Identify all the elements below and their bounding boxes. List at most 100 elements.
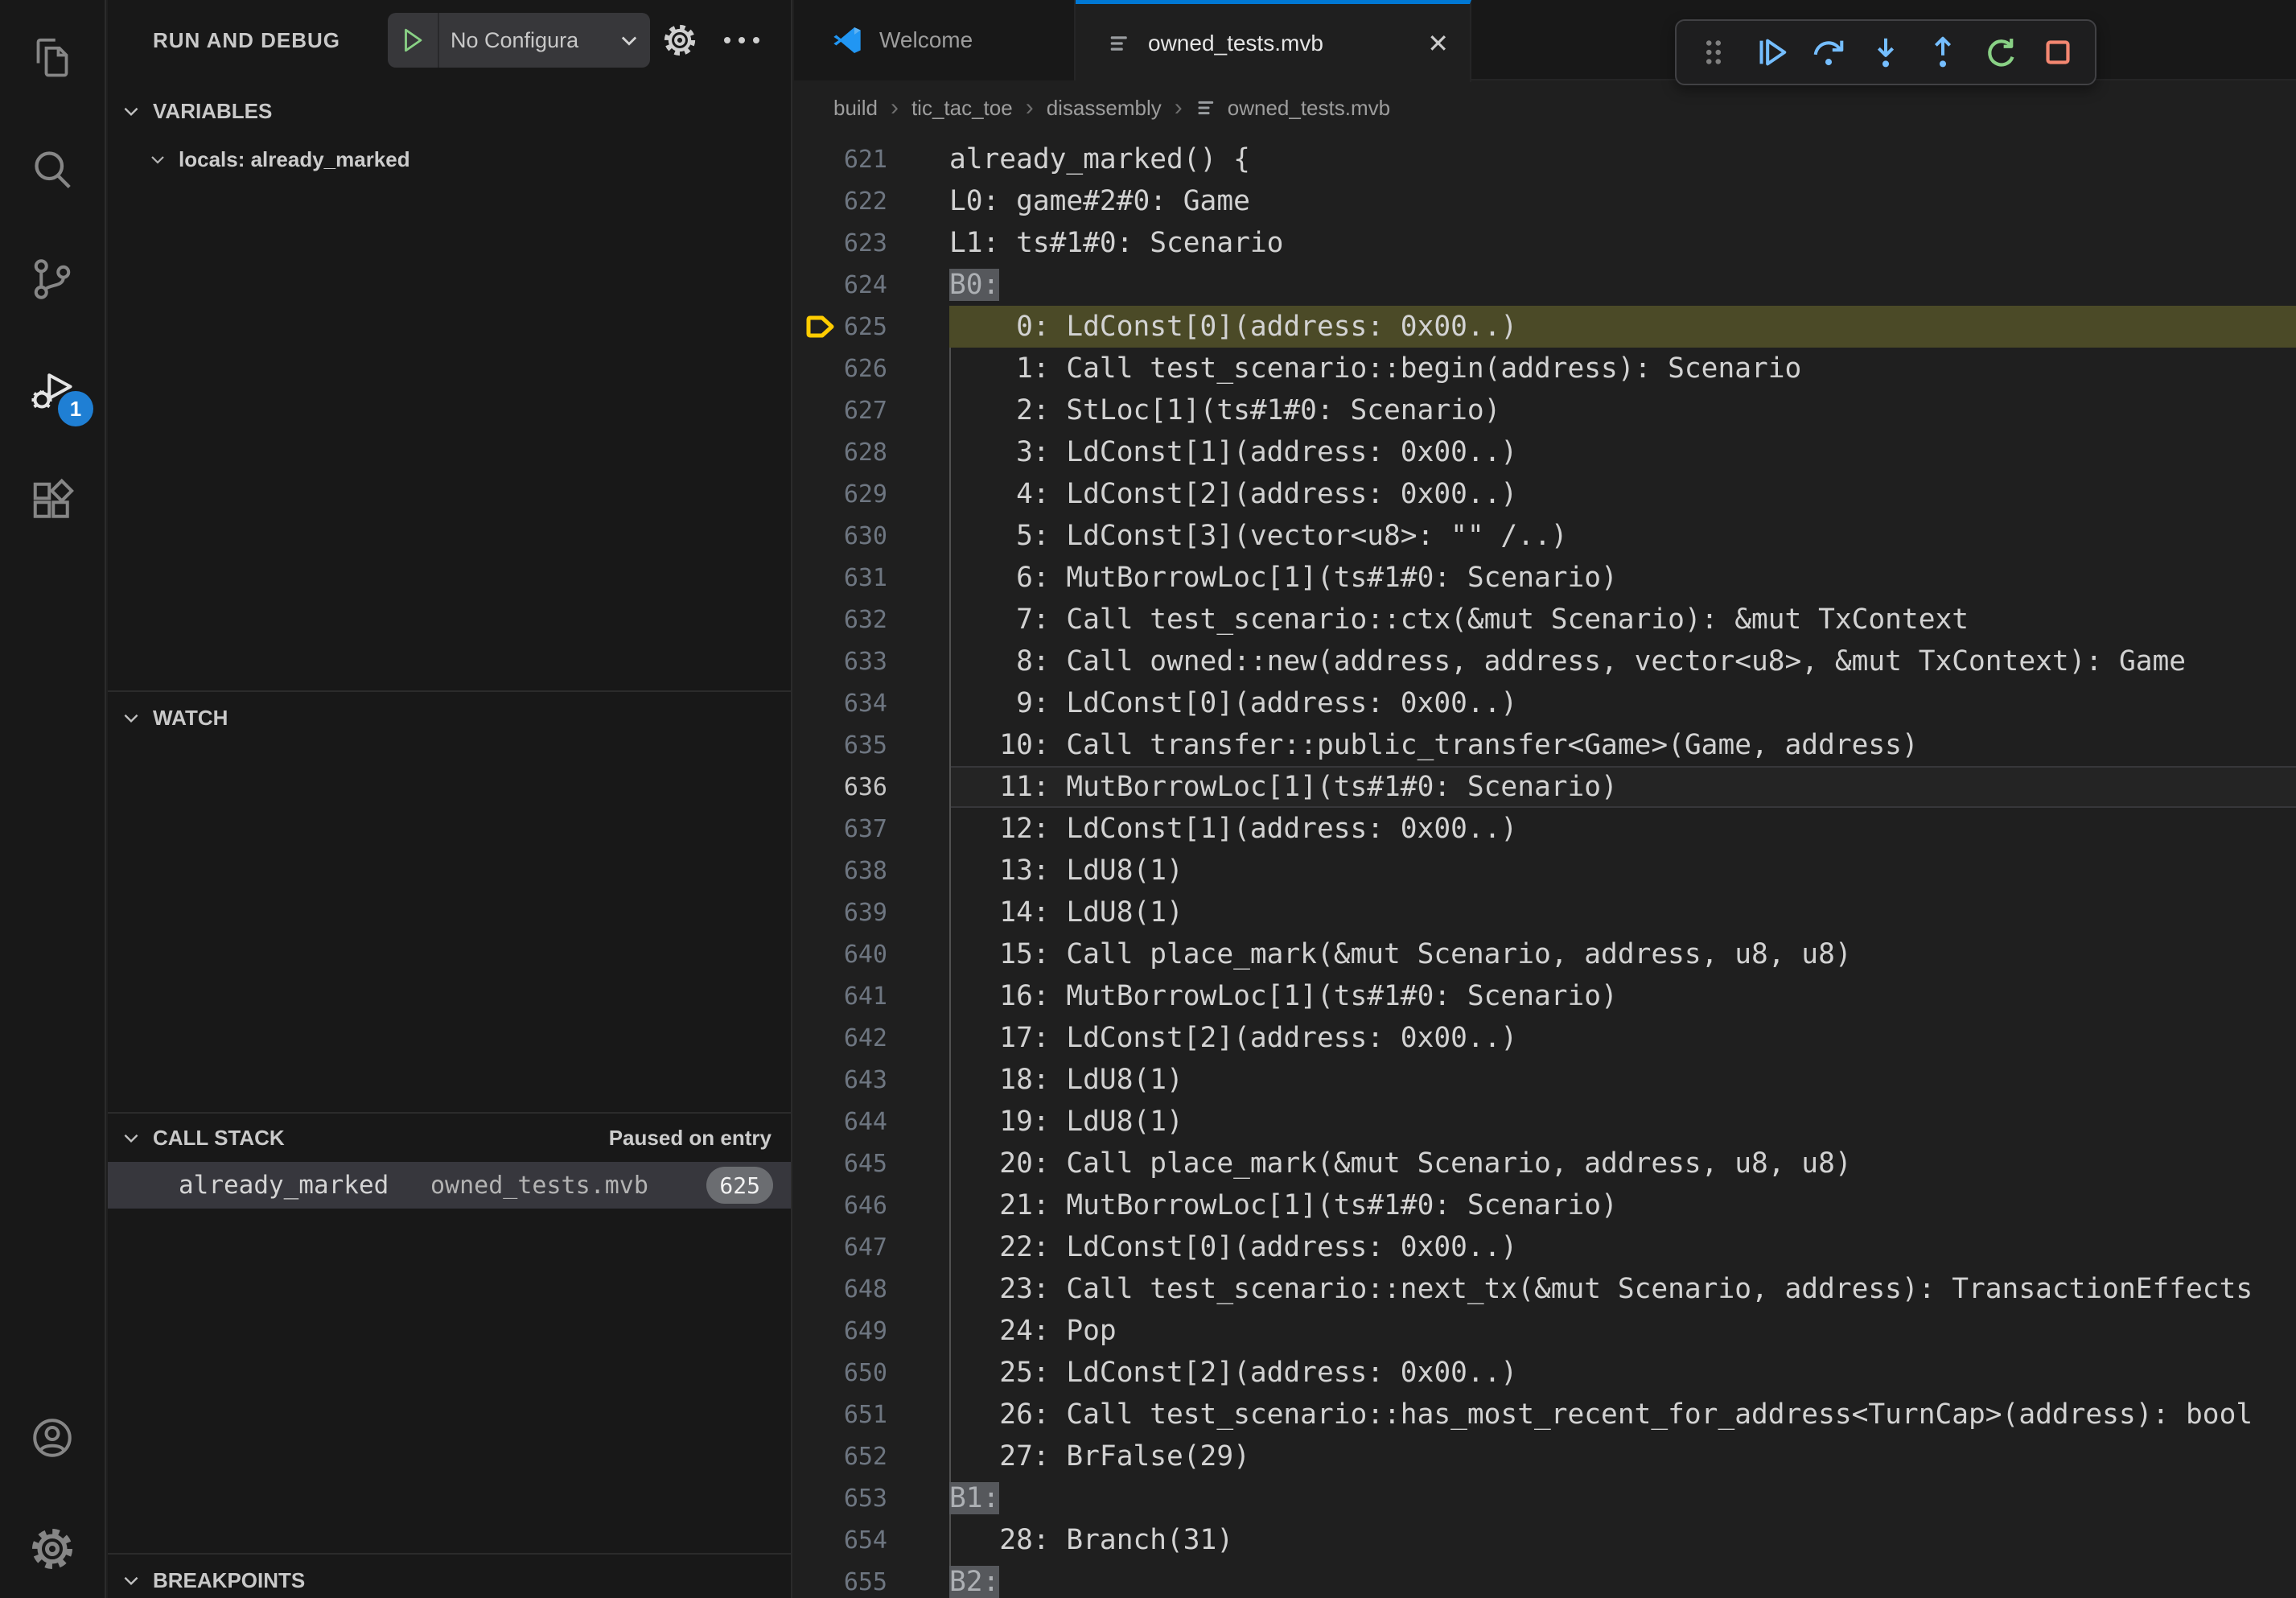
line-number[interactable]: 633 <box>794 648 887 676</box>
code-text[interactable]: B0: <box>949 269 999 301</box>
restart-button[interactable] <box>1980 31 2022 73</box>
line-number[interactable]: 653 <box>794 1485 887 1513</box>
line-number[interactable]: 628 <box>794 439 887 467</box>
line-number[interactable]: 639 <box>794 899 887 927</box>
line-number[interactable]: 655 <box>794 1568 887 1596</box>
code-text[interactable]: 25: LdConst[2](address: 0x00..) <box>949 1357 1517 1389</box>
code-editor[interactable]: 621already_marked() {622L0: game#2#0: Ga… <box>794 134 2296 1598</box>
line-number[interactable]: 630 <box>794 522 887 550</box>
extensions-icon[interactable] <box>0 457 105 546</box>
code-text[interactable]: 6: MutBorrowLoc[1](ts#1#0: Scenario) <box>949 562 1618 594</box>
line-number[interactable]: 631 <box>794 564 887 592</box>
call-stack-frame-row[interactable]: already_marked owned_tests.mvb 625 <box>108 1162 791 1209</box>
line-number[interactable]: 638 <box>794 857 887 885</box>
code-text[interactable]: 18: LdU8(1) <box>949 1064 1183 1096</box>
call-stack-section-header[interactable]: CALL STACK Paused on entry <box>108 1117 791 1159</box>
code-text[interactable]: 2: StLoc[1](ts#1#0: Scenario) <box>949 394 1500 426</box>
line-number[interactable]: 636 <box>794 773 887 801</box>
line-number[interactable]: 642 <box>794 1024 887 1052</box>
code-text[interactable]: B2: <box>949 1566 999 1598</box>
run-and-debug-icon[interactable]: 1 <box>0 346 105 435</box>
stop-button[interactable] <box>2037 31 2079 73</box>
line-number[interactable]: 634 <box>794 690 887 718</box>
ellipsis-icon[interactable] <box>716 18 767 63</box>
code-text[interactable]: 16: MutBorrowLoc[1](ts#1#0: Scenario) <box>949 980 1618 1012</box>
line-number[interactable]: 648 <box>794 1275 887 1304</box>
settings-gear-icon[interactable] <box>0 1505 105 1593</box>
gear-icon[interactable] <box>657 18 702 63</box>
code-text[interactable]: 12: LdConst[1](address: 0x00..) <box>949 813 1517 845</box>
line-number[interactable]: 632 <box>794 606 887 634</box>
line-number[interactable]: 626 <box>794 355 887 383</box>
line-number[interactable]: 643 <box>794 1066 887 1094</box>
breadcrumb-item[interactable]: owned_tests.mvb <box>1228 96 1390 121</box>
tab-welcome[interactable]: Welcome <box>794 0 1076 80</box>
line-number[interactable]: 622 <box>794 187 887 216</box>
tab-owned-tests[interactable]: owned_tests.mvb ✕ <box>1076 0 1471 82</box>
code-text[interactable]: 27: BrFalse(29) <box>949 1440 1250 1472</box>
code-text[interactable]: 26: Call test_scenario::has_most_recent_… <box>949 1398 2253 1431</box>
code-text[interactable]: 11: MutBorrowLoc[1](ts#1#0: Scenario) <box>949 771 1618 803</box>
line-number[interactable]: 627 <box>794 397 887 425</box>
code-text[interactable]: 28: Branch(31) <box>949 1524 1233 1556</box>
configuration-select[interactable]: No Configura <box>439 28 618 53</box>
line-number[interactable]: 644 <box>794 1108 887 1136</box>
line-number[interactable]: 641 <box>794 982 887 1011</box>
line-number[interactable]: 651 <box>794 1401 887 1429</box>
step-into-button[interactable] <box>1865 31 1907 73</box>
code-text[interactable]: 1: Call test_scenario::begin(address): S… <box>949 352 1801 385</box>
line-number[interactable]: 654 <box>794 1526 887 1555</box>
code-text[interactable]: 15: Call place_mark(&mut Scenario, addre… <box>949 938 1852 970</box>
line-number[interactable]: 624 <box>794 271 887 299</box>
breadcrumb-item[interactable]: disassembly <box>1047 96 1162 121</box>
code-text[interactable]: 20: Call place_mark(&mut Scenario, addre… <box>949 1147 1852 1180</box>
explorer-icon[interactable] <box>0 13 105 101</box>
search-icon[interactable] <box>0 125 105 213</box>
start-debug-button[interactable] <box>388 13 439 68</box>
line-number[interactable]: 649 <box>794 1317 887 1345</box>
code-text[interactable]: 8: Call owned::new(address, address, vec… <box>949 645 2186 678</box>
code-text[interactable]: 13: LdU8(1) <box>949 855 1183 887</box>
source-control-icon[interactable] <box>0 235 105 323</box>
code-text[interactable]: 21: MutBorrowLoc[1](ts#1#0: Scenario) <box>949 1189 1618 1221</box>
code-text[interactable]: B1: <box>949 1482 999 1514</box>
line-number[interactable]: 637 <box>794 815 887 843</box>
drag-handle[interactable] <box>1693 31 1734 73</box>
code-text[interactable]: 19: LdU8(1) <box>949 1106 1183 1138</box>
breadcrumb-item[interactable]: tic_tac_toe <box>911 96 1013 121</box>
code-text[interactable]: 23: Call test_scenario::next_tx(&mut Sce… <box>949 1273 2253 1305</box>
code-text[interactable]: already_marked() { <box>949 143 1250 175</box>
breadcrumb-item[interactable]: build <box>833 96 878 121</box>
code-text[interactable]: 22: LdConst[0](address: 0x00..) <box>949 1231 1517 1263</box>
line-number[interactable]: 647 <box>794 1234 887 1262</box>
line-number[interactable]: 650 <box>794 1359 887 1387</box>
watch-section-header[interactable]: WATCH <box>108 697 791 739</box>
line-number[interactable]: 645 <box>794 1150 887 1178</box>
chevron-down-icon[interactable] <box>618 29 640 51</box>
line-number[interactable]: 623 <box>794 229 887 257</box>
code-text[interactable]: 4: LdConst[2](address: 0x00..) <box>949 478 1517 510</box>
code-text[interactable]: 9: LdConst[0](address: 0x00..) <box>949 687 1517 719</box>
code-text[interactable]: 14: LdU8(1) <box>949 896 1183 929</box>
code-text[interactable]: 0: LdConst[0](address: 0x00..) <box>949 311 1517 343</box>
breakpoints-section-header[interactable]: BREAKPOINTS <box>108 1559 791 1598</box>
continue-button[interactable] <box>1750 31 1792 73</box>
code-text[interactable]: 24: Pop <box>949 1315 1117 1347</box>
variables-scope-row[interactable]: locals: already_marked <box>108 138 791 180</box>
code-text[interactable]: 10: Call transfer::public_transfer<Game>… <box>949 729 1919 761</box>
step-over-button[interactable] <box>1808 31 1850 73</box>
account-icon[interactable] <box>0 1394 105 1482</box>
line-number[interactable]: 621 <box>794 146 887 174</box>
line-number[interactable]: 635 <box>794 731 887 760</box>
variables-section-header[interactable]: VARIABLES <box>108 90 791 132</box>
line-number[interactable]: 640 <box>794 941 887 969</box>
step-out-button[interactable] <box>1922 31 1964 73</box>
launch-configuration-bar[interactable]: No Configura <box>388 13 650 68</box>
code-text[interactable]: 5: LdConst[3](vector<u8>: "" /..) <box>949 520 1568 552</box>
line-number[interactable]: 646 <box>794 1192 887 1220</box>
code-text[interactable]: 3: LdConst[1](address: 0x00..) <box>949 436 1517 468</box>
line-number[interactable]: 652 <box>794 1443 887 1471</box>
code-text[interactable]: 7: Call test_scenario::ctx(&mut Scenario… <box>949 603 1969 636</box>
code-text[interactable]: 17: LdConst[2](address: 0x00..) <box>949 1022 1517 1054</box>
close-icon[interactable]: ✕ <box>1427 31 1449 56</box>
